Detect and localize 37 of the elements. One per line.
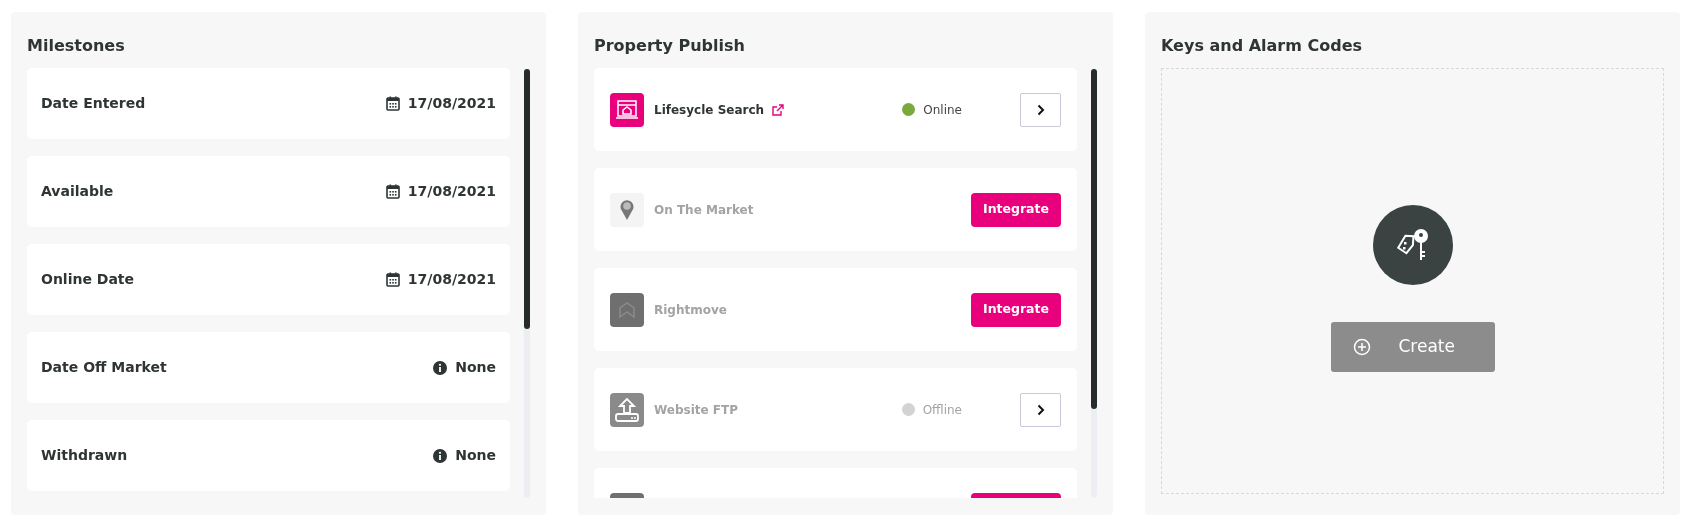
milestone-label: Withdrawn xyxy=(41,446,128,465)
map-pin-icon xyxy=(610,192,644,227)
milestone-date: 17/08/2021 xyxy=(407,94,496,113)
panel-title: Property Publish xyxy=(594,36,746,56)
panel-title: Keys and Alarm Codes xyxy=(1161,36,1364,56)
milestone-label: Online Date xyxy=(41,270,135,289)
upload-icon xyxy=(610,392,644,427)
calendar-icon xyxy=(385,272,400,287)
status-text: Online xyxy=(923,101,962,119)
milestone-date: 17/08/2021 xyxy=(407,270,496,289)
milestone-date: None xyxy=(455,446,496,465)
plus-circle-icon xyxy=(1352,338,1371,356)
external-link-icon[interactable] xyxy=(772,103,785,116)
calendar-icon xyxy=(385,184,400,199)
scrollbar[interactable] xyxy=(524,69,530,498)
chevron-right-icon xyxy=(1035,103,1046,116)
browser-icon xyxy=(610,92,644,127)
milestone-label: Date Entered xyxy=(41,94,146,113)
milestone-date: None xyxy=(455,358,496,377)
info-icon xyxy=(433,448,448,463)
info-icon xyxy=(433,360,448,375)
integrate-button[interactable]: Integrate xyxy=(971,292,1061,327)
integration-name: Lifesycle Search xyxy=(654,101,765,119)
integration-name: Rightmove xyxy=(654,301,727,319)
integration-name: On The Market xyxy=(654,201,754,219)
status-text: Offline xyxy=(922,401,962,419)
create-button[interactable]: Create xyxy=(1330,322,1495,372)
milestone-label: Available xyxy=(41,182,114,201)
house-icon xyxy=(610,292,644,327)
scrollbar[interactable] xyxy=(1091,69,1097,498)
integrate-button[interactable]: Integrate xyxy=(971,192,1061,227)
chevron-right-icon xyxy=(1035,403,1046,416)
milestone-label: Date Off Market xyxy=(41,358,167,377)
integration-name: Website FTP xyxy=(654,401,739,419)
panel-title: Milestones xyxy=(27,36,126,56)
calendar-icon xyxy=(385,96,400,111)
milestone-date: 17/08/2021 xyxy=(407,182,496,201)
